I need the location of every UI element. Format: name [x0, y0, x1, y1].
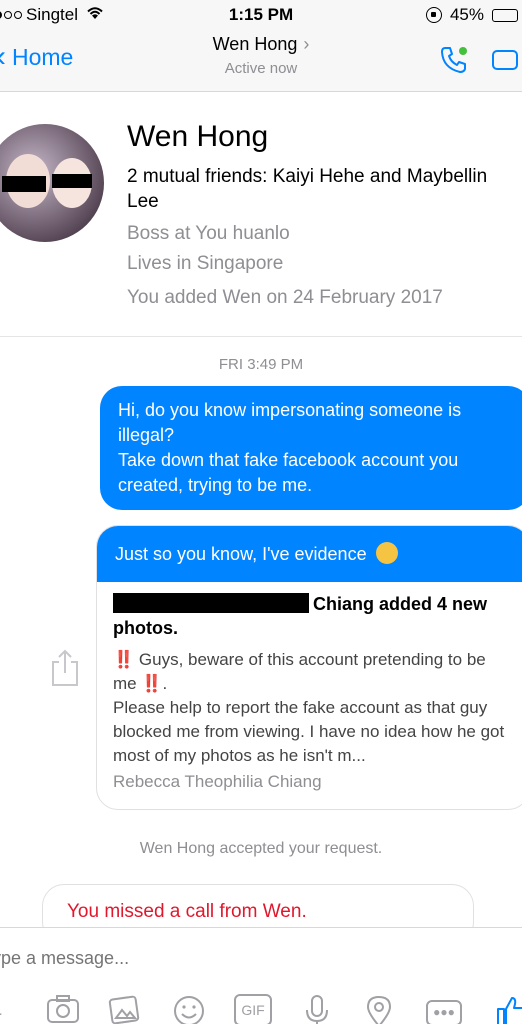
status-bar: Singtel 1:15 PM 45%	[0, 0, 522, 30]
phone-icon	[441, 47, 467, 73]
emoji-button[interactable]	[172, 994, 206, 1024]
shared-post-card[interactable]: Just so you know, I've evidence Chiang a…	[96, 525, 522, 810]
battery-icon	[492, 8, 518, 22]
phone-call-button[interactable]	[438, 44, 470, 76]
text-icon: a	[0, 994, 1, 1021]
video-icon	[492, 50, 518, 70]
shared-post-text: ‼️ Guys, beware of this account pretendi…	[113, 650, 505, 765]
video-call-button[interactable]	[492, 48, 522, 72]
profile-work: Boss at You huanlo	[127, 223, 290, 244]
shared-post-title: Chiang added 4 new photos.	[113, 593, 488, 638]
share-button[interactable]	[48, 648, 82, 688]
smiling-emoji-icon	[375, 542, 398, 564]
chevron-right-icon: ›	[303, 34, 310, 54]
shared-post-author: Rebecca Theophilia Chiang	[113, 772, 322, 791]
gif-icon: GIF	[241, 1002, 265, 1018]
profile-added: You added Wen on 24 February 2017	[127, 287, 443, 308]
more-button[interactable]: ●●●	[426, 1000, 462, 1024]
battery-percent: 45%	[449, 5, 484, 24]
profile-location: Lives in Singapore	[127, 253, 284, 274]
location-button[interactable]	[364, 994, 398, 1024]
redaction-bar	[113, 593, 309, 613]
missed-call-text: You missed a call from Wen.	[67, 901, 307, 922]
camera-button[interactable]	[46, 994, 80, 1024]
status-right: 45%	[425, 5, 518, 25]
gif-button[interactable]: GIF	[234, 994, 272, 1024]
text-toggle-button[interactable]: a	[0, 994, 22, 1024]
avatar[interactable]	[0, 124, 104, 242]
voice-button[interactable]	[302, 994, 336, 1024]
conversation-title-text: Wen Hong	[212, 34, 298, 54]
shared-post-header: Just so you know, I've evidence	[97, 526, 522, 582]
nav-bar: ‹ Home Wen Hong› Active now	[0, 30, 522, 92]
system-message: Wen Hong accepted your request.	[139, 840, 383, 857]
message-bubble[interactable]: Hi, do you know impersonating someone is…	[100, 386, 522, 510]
like-button[interactable]	[494, 994, 522, 1024]
more-icon: ●●●	[433, 1005, 455, 1019]
rotation-lock-icon	[425, 7, 442, 23]
message-text: Hi, do you know impersonating someone is…	[118, 400, 462, 495]
photo-icon	[108, 995, 140, 1024]
camera-icon	[47, 995, 79, 1023]
mutual-friends: 2 mutual friends: Kaiyi Hehe and Maybell…	[127, 166, 488, 212]
share-icon	[52, 649, 78, 686]
photo-button[interactable]	[108, 994, 142, 1024]
profile-name: Wen Hong	[127, 120, 269, 153]
message-input[interactable]	[0, 948, 392, 969]
date-separator: FRI 3:49 PM	[218, 356, 304, 373]
message-composer: a GIF ●●●	[0, 927, 522, 1024]
like-icon	[497, 997, 522, 1024]
shared-post-caption: Just so you know, I've evidence	[115, 544, 367, 564]
emoji-icon	[174, 996, 204, 1024]
mic-icon	[306, 995, 328, 1024]
shared-post-body: Chiang added 4 new photos. ‼️ Guys, bewa…	[97, 582, 522, 802]
profile-header: Wen Hong 2 mutual friends: Kaiyi Hehe an…	[0, 92, 522, 337]
location-icon	[366, 995, 392, 1024]
